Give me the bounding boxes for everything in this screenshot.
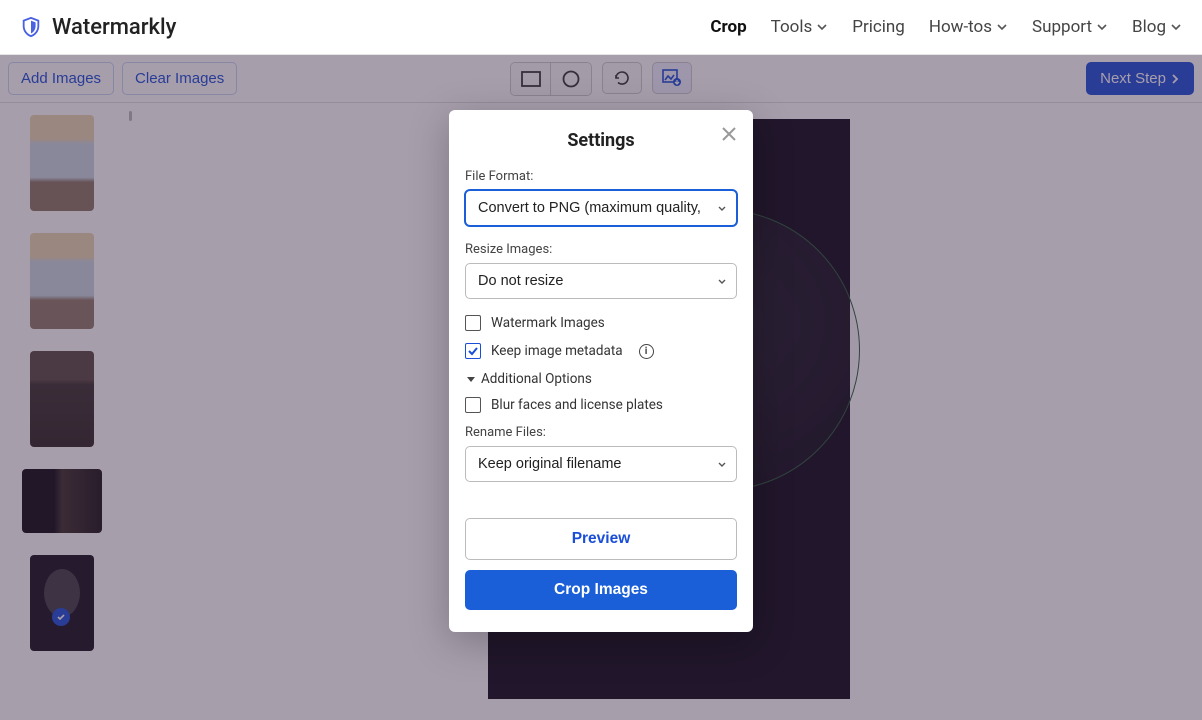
nav-blog-label: Blog <box>1132 17 1166 37</box>
metadata-checkbox[interactable] <box>465 343 481 359</box>
file-format-select[interactable]: Convert to PNG (maximum quality, <box>465 190 737 226</box>
settings-modal: Settings File Format: Convert to PNG (ma… <box>449 110 753 632</box>
watermark-checkbox[interactable] <box>465 315 481 331</box>
blur-label: Blur faces and license plates <box>491 397 663 413</box>
nav-tools-label: Tools <box>771 17 813 37</box>
metadata-label: Keep image metadata <box>491 343 623 359</box>
chevron-down-icon <box>1096 21 1108 33</box>
rename-label: Rename Files: <box>465 425 737 440</box>
watermark-checkbox-row: Watermark Images <box>465 315 737 331</box>
header: Watermarkly Crop Tools Pricing How-tos S… <box>0 0 1202 55</box>
watermark-label: Watermark Images <box>491 315 605 331</box>
blur-checkbox[interactable] <box>465 397 481 413</box>
rename-select[interactable]: Keep original filename <box>465 446 737 482</box>
triangle-down-icon <box>465 373 477 385</box>
nav-support-label: Support <box>1032 17 1092 37</box>
resize-select-wrap: Do not resize <box>465 263 737 299</box>
additional-options-label: Additional Options <box>481 371 592 387</box>
info-icon[interactable]: i <box>639 344 654 359</box>
file-format-select-wrap: Convert to PNG (maximum quality, <box>465 190 737 226</box>
chevron-down-icon <box>996 21 1008 33</box>
rename-select-wrap: Keep original filename <box>465 446 737 482</box>
chevron-down-icon <box>816 21 828 33</box>
nav-tools[interactable]: Tools <box>771 17 829 37</box>
resize-select[interactable]: Do not resize <box>465 263 737 299</box>
main-nav: Crop Tools Pricing How-tos Support Blog <box>710 17 1182 37</box>
nav-howtos-label: How-tos <box>929 17 992 37</box>
resize-label: Resize Images: <box>465 242 737 257</box>
nav-crop[interactable]: Crop <box>710 17 746 37</box>
chevron-down-icon <box>1170 21 1182 33</box>
nav-pricing[interactable]: Pricing <box>852 17 905 37</box>
nav-support[interactable]: Support <box>1032 17 1108 37</box>
additional-options-toggle[interactable]: Additional Options <box>465 371 737 387</box>
metadata-checkbox-row: Keep image metadata i <box>465 343 737 359</box>
modal-title: Settings <box>465 130 737 151</box>
nav-howtos[interactable]: How-tos <box>929 17 1008 37</box>
shield-icon <box>20 16 42 38</box>
brand-wrap[interactable]: Watermarkly <box>20 15 176 40</box>
brand-name: Watermarkly <box>52 15 176 40</box>
close-button[interactable] <box>719 124 739 148</box>
crop-images-button[interactable]: Crop Images <box>465 570 737 610</box>
preview-button[interactable]: Preview <box>465 518 737 560</box>
close-icon <box>719 124 739 144</box>
file-format-label: File Format: <box>465 169 737 184</box>
nav-blog[interactable]: Blog <box>1132 17 1182 37</box>
blur-checkbox-row: Blur faces and license plates <box>465 397 737 413</box>
